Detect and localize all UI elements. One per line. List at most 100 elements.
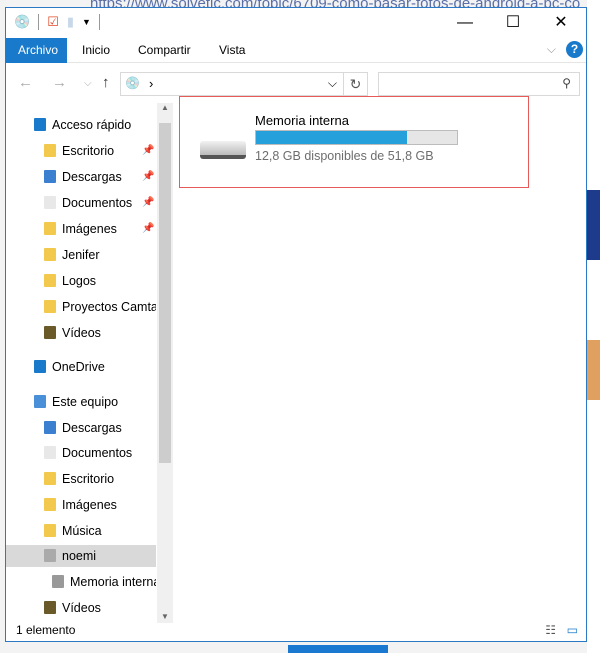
star-icon (34, 118, 46, 131)
device-icon: 💿 (125, 76, 140, 90)
help-button[interactable]: ? (566, 41, 583, 58)
forward-button[interactable]: → (52, 74, 67, 91)
sidebar-item-label: Escritorio (62, 144, 115, 158)
item-count: 1 elemento (16, 623, 76, 637)
sidebar-item-label: Imágenes (62, 498, 117, 512)
sidebar-item[interactable]: Escritorio (6, 468, 156, 490)
background-button (288, 645, 388, 653)
pictures-icon (44, 222, 56, 235)
downloads-icon (44, 170, 56, 183)
address-dropdown-icon[interactable]: ⌵ (328, 76, 337, 91)
details-view-icon[interactable]: ☷ (545, 619, 556, 641)
tab-vista[interactable]: Vista (207, 38, 257, 63)
sidebar-item[interactable]: Imágenes (6, 494, 156, 516)
sidebar-item[interactable]: Vídeos (6, 597, 156, 619)
sidebar-item-label: Música (62, 524, 102, 538)
folder-icon (44, 300, 56, 313)
customize-dropdown-icon[interactable]: ▼ (82, 17, 91, 27)
back-button[interactable]: ← (18, 74, 33, 91)
close-button[interactable]: ✕ (538, 8, 584, 38)
expand-ribbon-icon[interactable]: ⌵ (547, 42, 556, 57)
sidebar-item-label: Memoria interna (70, 575, 156, 589)
sidebar-item[interactable]: Vídeos (6, 322, 156, 344)
videos-icon (44, 601, 56, 614)
drive-icon (200, 141, 246, 159)
pictures-icon (44, 498, 56, 511)
sidebar-item[interactable]: noemi (6, 545, 156, 567)
navigation-pane: Acceso rápido Escritorio 📌 Descargas 📌 Docume… (6, 103, 173, 623)
sidebar-item[interactable]: Logos (6, 270, 156, 292)
sidebar-item[interactable]: Proyectos Camtasia (6, 296, 156, 318)
sidebar-item[interactable]: Documentos (6, 442, 156, 464)
sidebar-item-label: Descargas (62, 421, 122, 435)
search-input[interactable]: ⚲ (378, 72, 580, 96)
navigation-scrollbar[interactable]: ▲ ▼ (157, 103, 173, 623)
sidebar-item-label: noemi (62, 549, 97, 563)
address-bar[interactable]: 💿 › ⌵ ↻ (120, 72, 368, 96)
sidebar-item[interactable]: Jenifer (6, 244, 156, 266)
device-icon (44, 549, 56, 562)
tab-inicio[interactable]: Inicio (70, 38, 122, 63)
folder-icon (44, 274, 56, 287)
folder-icon (44, 248, 56, 261)
tab-compartir[interactable]: Compartir (126, 38, 203, 63)
status-bar: 1 elemento ☷ ▭ (6, 619, 586, 641)
recent-locations-icon[interactable]: ⌵ (84, 78, 92, 89)
device-icon: 💿 (14, 14, 31, 29)
drive-tile[interactable]: Memoria interna 12,8 GB disponibles de 5… (179, 96, 529, 188)
properties-icon[interactable]: ☑ (47, 14, 59, 30)
new-folder-icon[interactable]: ▮ (67, 14, 74, 30)
sidebar-item-label: Documentos (62, 446, 133, 460)
sidebar-item[interactable]: Memoria interna (6, 571, 156, 593)
quick-access-toolbar: 💿 ☑ ▮ ▼ (14, 14, 100, 30)
pin-icon: 📌 (142, 145, 155, 156)
drive-usage-bar (255, 130, 458, 145)
search-icon: ⚲ (562, 76, 571, 90)
sidebar-item-label: Imágenes (62, 222, 117, 236)
sidebar-item[interactable]: Descargas 📌 (6, 166, 156, 188)
sidebar-item[interactable]: OneDrive (6, 356, 156, 378)
folder-icon (44, 144, 56, 157)
music-icon (44, 524, 56, 537)
path-separator: › (149, 76, 154, 91)
sidebar-item-label: Escritorio (62, 472, 115, 486)
cloud-icon (34, 360, 46, 373)
sidebar-item-label: Vídeos (62, 326, 101, 340)
up-button[interactable]: ↑ (102, 74, 110, 91)
sidebar-item-label: Acceso rápido (52, 118, 132, 132)
large-icons-view-icon[interactable]: ▭ (567, 619, 578, 641)
sidebar-item-label: Logos (62, 274, 97, 288)
maximize-button[interactable]: ☐ (490, 8, 536, 38)
background-page (587, 0, 600, 653)
file-explorer-window: 💿 ☑ ▮ ▼ — ☐ ✕ Archivo Inicio Compartir V… (5, 7, 587, 642)
pin-icon: 📌 (142, 197, 155, 208)
title-bar: 💿 ☑ ▮ ▼ — ☐ ✕ (6, 8, 586, 38)
drive-name: Memoria interna (255, 113, 349, 128)
sidebar-item[interactable]: Este equipo (6, 391, 156, 413)
sidebar-item-label: Descargas (62, 170, 122, 184)
sidebar-item[interactable]: Música (6, 520, 156, 542)
ribbon: Archivo Inicio Compartir Vista ⌵ ? (6, 38, 586, 63)
pin-icon: 📌 (142, 223, 155, 234)
folder-icon (44, 472, 56, 485)
sidebar-item[interactable]: Acceso rápido (6, 114, 156, 136)
pin-icon: 📌 (142, 171, 155, 182)
drive-space-info: 12,8 GB disponibles de 51,8 GB (255, 149, 434, 163)
sidebar-item-label: Proyectos Camtasia (62, 300, 156, 314)
sidebar-item-label: Jenifer (62, 248, 100, 262)
sidebar-item-label: Documentos (62, 196, 133, 210)
computer-icon (34, 395, 46, 408)
sidebar-item-label: OneDrive (52, 360, 105, 374)
refresh-button[interactable]: ↻ (343, 73, 367, 95)
drive-icon (52, 575, 64, 588)
sidebar-item-label: Vídeos (62, 601, 101, 615)
scrollbar-thumb[interactable] (159, 123, 171, 463)
sidebar-item[interactable]: Escritorio 📌 (6, 140, 156, 162)
minimize-button[interactable]: — (442, 8, 488, 38)
sidebar-item[interactable]: Descargas (6, 417, 156, 439)
documents-icon (44, 446, 56, 459)
documents-icon (44, 196, 56, 209)
sidebar-item[interactable]: Documentos 📌 (6, 192, 156, 214)
sidebar-item[interactable]: Imágenes 📌 (6, 218, 156, 240)
tab-archivo[interactable]: Archivo (6, 38, 67, 63)
